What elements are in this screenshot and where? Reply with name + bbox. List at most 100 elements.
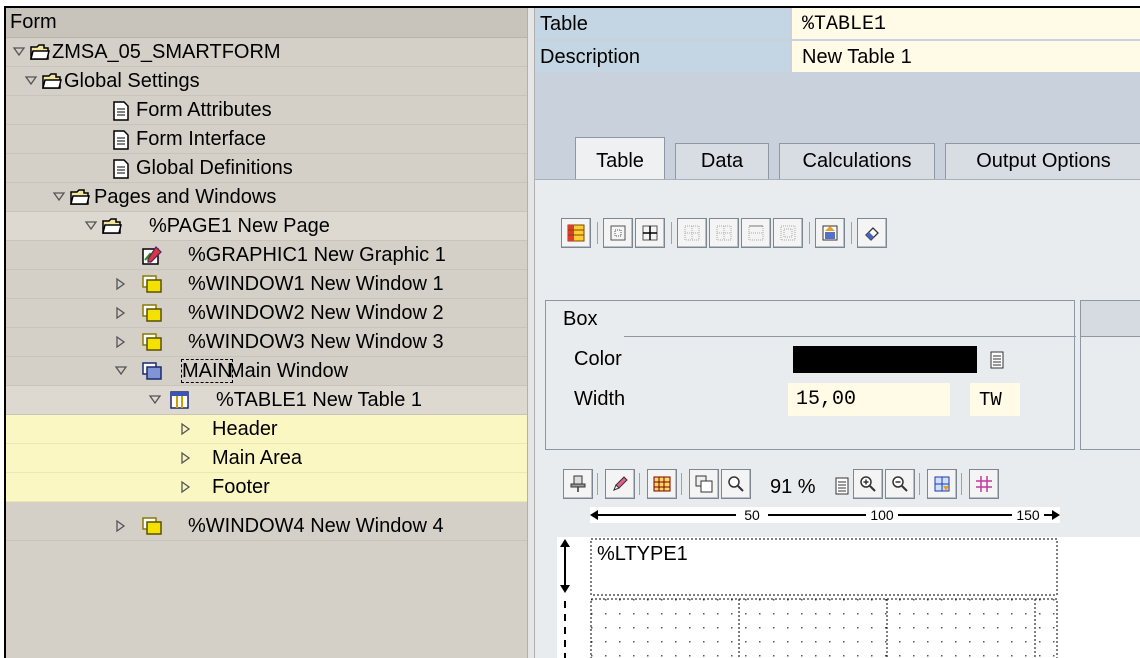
width-unit-field[interactable]: TW xyxy=(970,383,1020,416)
tree-node-label: Global Definitions xyxy=(136,157,293,179)
ruler-tick-label: 50 xyxy=(744,507,760,523)
collapse-icon[interactable] xyxy=(114,364,128,378)
expand-icon[interactable] xyxy=(114,277,128,291)
tree-node-global-settings[interactable]: Global Settings xyxy=(6,67,527,96)
toolbar-separator xyxy=(851,222,852,244)
zoom-out-button[interactable] xyxy=(885,469,915,499)
pencil-button[interactable] xyxy=(605,469,635,499)
table-layout-canvas[interactable]: %LTYPE1 xyxy=(557,537,1140,658)
document-icon xyxy=(112,159,132,179)
tree-node-main-window[interactable]: MAIN Main Window xyxy=(6,357,527,386)
tree-node-footer[interactable]: Footer xyxy=(6,473,527,502)
description-field[interactable]: New Table 1 xyxy=(792,41,1140,72)
width-label: Width xyxy=(574,388,626,410)
tree-node-window2[interactable]: %WINDOW2 New Window 2 xyxy=(6,299,527,328)
table-icon xyxy=(170,391,190,411)
grid-table-button[interactable] xyxy=(647,469,677,499)
snap-button[interactable] xyxy=(927,469,957,499)
secondary-group-header xyxy=(1081,301,1140,337)
tab-calculations[interactable]: Calculations xyxy=(779,143,935,179)
document-icon xyxy=(112,130,132,150)
tree-node-page1[interactable]: %PAGE1 New Page xyxy=(6,212,527,241)
tree-node-graphic1[interactable]: %GRAPHIC1 New Graphic 1 xyxy=(6,241,527,270)
collapse-icon[interactable] xyxy=(52,190,66,204)
zoom-in-button[interactable] xyxy=(853,469,883,499)
tree-node-form-interface[interactable]: Form Interface xyxy=(6,125,527,154)
tree-node-label: Main Window xyxy=(228,360,349,382)
collapse-icon[interactable] xyxy=(24,74,38,88)
folder-open-icon xyxy=(70,188,90,208)
grid-toggle-button[interactable] xyxy=(969,469,999,499)
tree-node-window4[interactable]: %WINDOW4 New Window 4 xyxy=(6,512,527,541)
collapse-icon[interactable] xyxy=(12,45,26,59)
tree-node-header[interactable]: Header xyxy=(6,415,527,444)
split-cell-button[interactable] xyxy=(635,218,665,248)
border-all-button[interactable] xyxy=(709,218,739,248)
box-group: Box Color Width 15,00 TW xyxy=(545,300,1076,450)
table-painter-button[interactable] xyxy=(561,218,591,248)
horizontal-ruler: 50 100 150 xyxy=(590,507,1060,523)
tree-node-zmsa-05-smartform[interactable]: ZMSA_05_SMARTFORM xyxy=(6,38,527,67)
expand-icon[interactable] xyxy=(114,335,128,349)
pattern-button[interactable] xyxy=(815,218,845,248)
window-icon xyxy=(142,333,162,353)
copy-layout-button[interactable] xyxy=(689,469,719,499)
zoom-page-button[interactable] xyxy=(721,469,751,499)
tree-node-form-attributes[interactable]: Form Attributes xyxy=(6,96,527,125)
tab-output-options[interactable]: Output Options xyxy=(945,143,1140,179)
box-group-title: Box xyxy=(563,308,598,330)
collapse-icon[interactable] xyxy=(84,219,98,233)
border-none-button[interactable] xyxy=(773,218,803,248)
tree-node-table1[interactable]: %TABLE1 New Table 1 xyxy=(6,386,527,415)
tree-node-main-area[interactable]: Main Area xyxy=(6,444,527,473)
tree-node-global-definitions[interactable]: Global Definitions xyxy=(6,154,527,183)
tree-node-label: %WINDOW2 New Window 2 xyxy=(188,302,444,324)
table-name-label: Table xyxy=(535,8,790,39)
zoom-dropdown-icon[interactable] xyxy=(835,477,849,501)
tree-node-window1[interactable]: %WINDOW1 New Window 1 xyxy=(6,270,527,299)
tab-table[interactable]: Table xyxy=(575,137,665,179)
tree-node-pages-and-windows[interactable]: Pages and Windows xyxy=(6,183,527,212)
window-icon xyxy=(142,304,162,324)
expand-icon[interactable] xyxy=(114,306,128,320)
cell-button[interactable] xyxy=(603,218,633,248)
table-tab-panel: Box Color Width 15,00 TW 91 % 50 100 150… xyxy=(535,179,1140,658)
color-swatch-field[interactable] xyxy=(793,346,977,373)
main-window-icon xyxy=(142,362,162,382)
tab-data[interactable]: Data xyxy=(675,143,769,179)
folder-open-icon xyxy=(30,43,50,63)
folder-open-icon xyxy=(102,217,122,237)
description-label: Description xyxy=(535,41,790,72)
form-tree: Form ZMSA_05_SMARTFORM Global Settings F… xyxy=(6,8,527,658)
ruler-tick-label: 100 xyxy=(870,507,894,523)
expand-icon[interactable] xyxy=(179,422,193,436)
secondary-group xyxy=(1080,300,1140,450)
tree-node-window3[interactable]: %WINDOW3 New Window 3 xyxy=(6,328,527,357)
border-left-button[interactable] xyxy=(677,218,707,248)
tree-node-label: %GRAPHIC1 New Graphic 1 xyxy=(188,244,446,266)
width-field[interactable]: 15,00 xyxy=(788,383,950,416)
splitter[interactable] xyxy=(527,8,535,658)
window-icon xyxy=(142,275,162,295)
toolbar-separator xyxy=(597,473,598,495)
expand-icon[interactable] xyxy=(114,519,128,533)
tree-node-label: Global Settings xyxy=(64,70,200,92)
table-name-field[interactable]: %TABLE1 xyxy=(792,8,1140,39)
expand-icon[interactable] xyxy=(179,480,193,494)
ruler-tick-label: 150 xyxy=(1016,507,1040,523)
toolbar-separator xyxy=(597,222,598,244)
tree-node-label: Form Interface xyxy=(136,128,267,150)
tree-node-label: %WINDOW3 New Window 3 xyxy=(188,331,444,353)
border-top-button[interactable] xyxy=(741,218,771,248)
tree-node-main-id: MAIN xyxy=(181,359,233,383)
layout-toolbar: 91 % xyxy=(535,465,1140,505)
color-picker-icon[interactable] xyxy=(990,351,1004,375)
tree-node-label: %PAGE1 New Page xyxy=(149,215,330,237)
eraser-button[interactable] xyxy=(857,218,887,248)
graphic-icon xyxy=(142,246,162,266)
pin-button[interactable] xyxy=(563,469,593,499)
expand-icon[interactable] xyxy=(179,451,193,465)
collapse-icon[interactable] xyxy=(148,393,162,407)
toolbar-separator xyxy=(961,473,962,495)
window-icon xyxy=(142,517,162,537)
